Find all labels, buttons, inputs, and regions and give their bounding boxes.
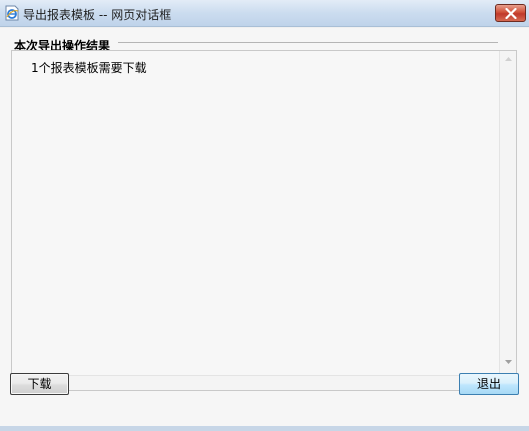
dialog-content: 本次导出操作结果 1个报表模板需要下载	[0, 28, 529, 426]
exit-button[interactable]: 退出	[459, 373, 519, 395]
title-bar[interactable]: 导出报表模板 -- 网页对话框	[0, 0, 529, 27]
group-divider	[118, 42, 498, 43]
download-button[interactable]: 下载	[10, 373, 69, 395]
scroll-down-icon[interactable]	[505, 360, 512, 364]
result-panel: 1个报表模板需要下载	[11, 50, 517, 391]
horizontal-scrollbar[interactable]	[12, 375, 500, 390]
window-title: 导出报表模板 -- 网页对话框	[23, 8, 172, 22]
ie-page-icon	[4, 5, 20, 21]
scroll-up-icon[interactable]	[505, 57, 512, 61]
result-message: 1个报表模板需要下载	[31, 61, 147, 75]
close-x-icon	[505, 8, 517, 19]
vertical-scrollbar[interactable]	[499, 51, 516, 390]
dialog-window: 导出报表模板 -- 网页对话框 本次导出操作结果 1个报表模板需要下载 下载 退…	[0, 0, 529, 431]
close-button[interactable]	[495, 4, 526, 22]
window-bottom-border	[0, 426, 529, 431]
